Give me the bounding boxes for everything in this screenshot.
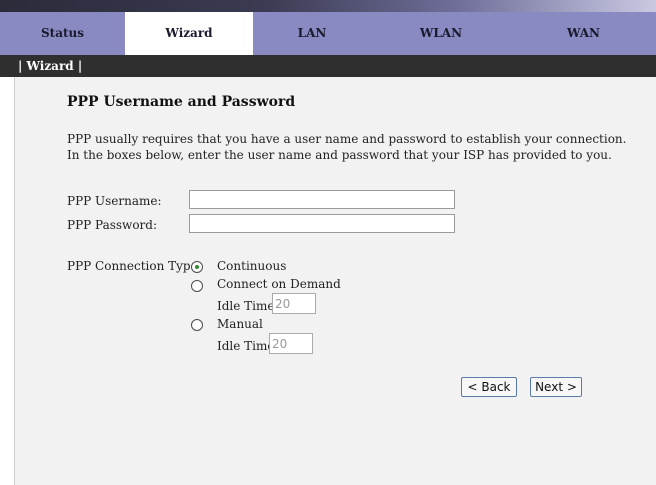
sub-navigation-bar: | Wizard | bbox=[0, 55, 656, 77]
top-banner-strip bbox=[0, 0, 656, 12]
option-continuous-label: Continuous bbox=[217, 259, 287, 273]
page-description: PPP usually requires that you have a use… bbox=[67, 131, 647, 163]
ppp-connection-type-label: PPP Connection Type: bbox=[67, 259, 202, 273]
subnav-wizard-link[interactable]: | Wizard | bbox=[18, 59, 82, 73]
description-line-2: In the boxes below, enter the user name … bbox=[67, 148, 612, 162]
ppp-password-label: PPP Password: bbox=[67, 218, 157, 232]
ppp-username-label: PPP Username: bbox=[67, 194, 162, 208]
idle-time-input-manual[interactable] bbox=[269, 333, 313, 354]
radio-connect-on-demand[interactable] bbox=[191, 280, 203, 292]
radio-continuous[interactable] bbox=[191, 261, 203, 273]
tab-status[interactable]: Status bbox=[0, 12, 125, 55]
next-button[interactable]: Next > bbox=[530, 377, 582, 397]
wizard-content-panel: PPP Username and Password PPP usually re… bbox=[14, 77, 656, 485]
description-line-1: PPP usually requires that you have a use… bbox=[67, 132, 627, 146]
radio-manual[interactable] bbox=[191, 319, 203, 331]
tab-wlan[interactable]: WLAN bbox=[371, 12, 511, 55]
option-connect-on-demand-label: Connect on Demand bbox=[217, 277, 341, 291]
page-title: PPP Username and Password bbox=[67, 94, 296, 110]
ppp-password-input[interactable] bbox=[189, 214, 455, 233]
ppp-username-input[interactable] bbox=[189, 190, 455, 209]
back-button[interactable]: < Back bbox=[461, 377, 517, 397]
option-manual-label: Manual bbox=[217, 317, 263, 331]
idle-time-input-demand[interactable] bbox=[272, 293, 316, 314]
tab-wan[interactable]: WAN bbox=[511, 12, 656, 55]
top-nav-tabs: Status Wizard LAN WLAN WAN bbox=[0, 12, 656, 55]
tab-wizard[interactable]: Wizard bbox=[125, 12, 253, 55]
tab-lan[interactable]: LAN bbox=[253, 12, 371, 55]
idle-time-label-manual: Idle Time bbox=[217, 339, 275, 353]
idle-time-label-demand: Idle Time: bbox=[217, 299, 279, 313]
